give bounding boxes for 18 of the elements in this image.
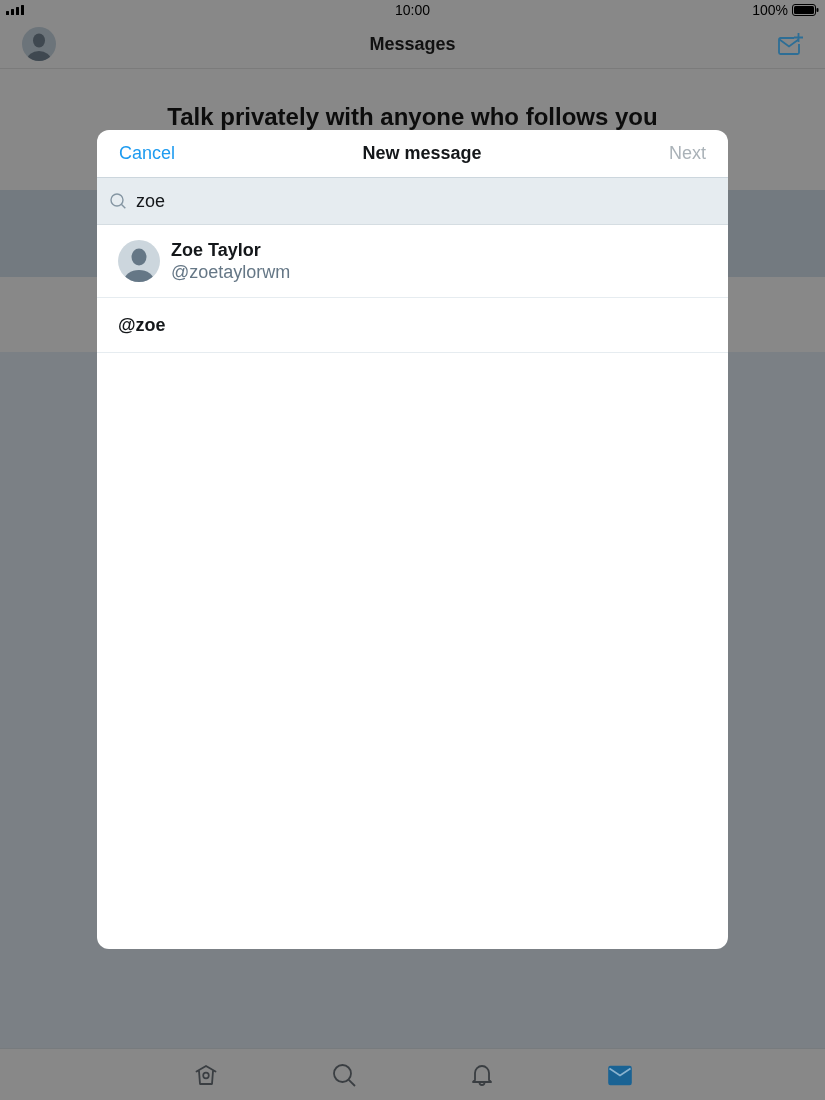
avatar-icon: [118, 240, 160, 282]
handle-result-row[interactable]: @zoe: [97, 298, 728, 353]
search-field[interactable]: zoe: [97, 178, 728, 225]
avatar-icon[interactable]: [22, 27, 56, 61]
user-result-row[interactable]: Zoe Taylor @zoetaylorwm: [97, 225, 728, 298]
search-icon: [110, 193, 126, 209]
bell-icon[interactable]: [469, 1062, 494, 1087]
battery-icon: [792, 4, 819, 16]
signal-icon: [6, 5, 24, 15]
user-handle: @zoetaylorwm: [171, 261, 291, 283]
home-icon[interactable]: [193, 1062, 218, 1087]
empty-state-heading: Talk privately with anyone who follows you: [167, 104, 658, 130]
nav-title: Messages: [369, 33, 456, 55]
battery-percent: 100%: [752, 2, 788, 18]
status-time: 10:00: [394, 2, 430, 18]
user-name: Zoe Taylor: [171, 239, 262, 261]
dialog-title: New message: [362, 143, 482, 164]
search-icon[interactable]: [331, 1062, 356, 1087]
